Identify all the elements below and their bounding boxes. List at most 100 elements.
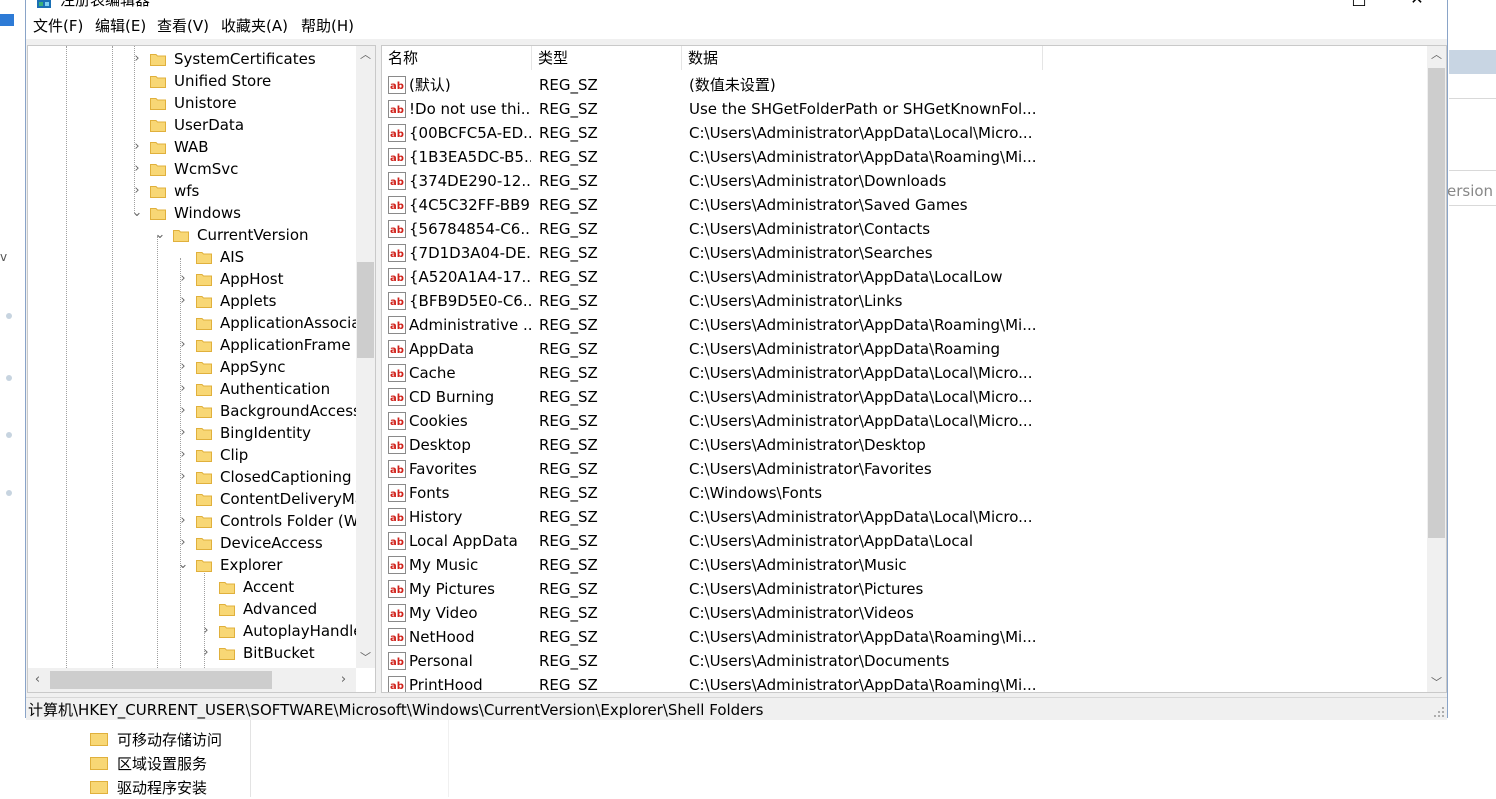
scrollbar-thumb[interactable] [50, 671, 272, 689]
chevron-right-icon[interactable]: › [176, 400, 190, 422]
tree-node[interactable]: Clip [196, 444, 248, 466]
menu-favorites[interactable]: 收藏夹(A) [221, 15, 288, 36]
chevron-right-icon[interactable]: › [130, 136, 144, 158]
column-header-type[interactable]: 类型 [532, 46, 682, 70]
chevron-right-icon[interactable]: › [130, 158, 144, 180]
scrollbar-thumb[interactable] [357, 262, 374, 358]
chevron-right-icon[interactable]: › [176, 290, 190, 312]
tree-vertical-scrollbar[interactable]: ︿ ﹀ [356, 46, 375, 668]
values-vertical-scrollbar[interactable]: ︿ ﹀ [1427, 46, 1446, 692]
chevron-right-icon[interactable]: › [176, 510, 190, 532]
tree-node[interactable]: DeviceAccess [196, 532, 323, 554]
registry-values-list[interactable]: 名称 类型 数据 ab (默认) REG_SZ (数值未设置) ab !Do not us… [381, 45, 1447, 693]
tree-node[interactable]: SystemCertificates [150, 48, 316, 70]
value-row[interactable]: ab PrintHood REG_SZ C:\Users\Administrator\… [382, 673, 1426, 692]
chevron-down-icon[interactable]: ⌄ [130, 202, 144, 224]
value-row[interactable]: ab My Video REG_SZ C:\Users\Administrator\V… [382, 601, 1426, 625]
value-row[interactable]: ab {4C5C32FF-BB9... REG_SZ C:\Users\Adminis… [382, 193, 1426, 217]
chevron-right-icon[interactable]: › [130, 48, 144, 70]
tree-node[interactable]: CurrentVersion [173, 224, 309, 246]
background-list-item[interactable]: 可移动存储访问 [90, 727, 222, 751]
chevron-right-icon[interactable]: › [130, 180, 144, 202]
value-row[interactable]: ab {1B3EA5DC-B5... REG_SZ C:\Users\Administ… [382, 145, 1426, 169]
resize-grip-icon[interactable] [1433, 706, 1445, 718]
value-row[interactable]: ab {00BCFC5A-ED... REG_SZ C:\Users\Administ… [382, 121, 1426, 145]
chevron-down-icon[interactable]: ⌄ [176, 554, 190, 576]
scroll-down-arrow-icon[interactable]: ﹀ [356, 649, 375, 666]
chevron-right-icon[interactable]: › [176, 532, 190, 554]
tree-node[interactable]: ContentDeliveryMa [196, 488, 364, 510]
tree-horizontal-scrollbar[interactable]: ‹ › [28, 668, 356, 692]
value-row[interactable]: ab Fonts REG_SZ C:\Windows\Fonts [382, 481, 1426, 505]
tree-node[interactable]: Unified Store [150, 70, 271, 92]
value-row[interactable]: ab (默认) REG_SZ (数值未设置) [382, 73, 1426, 97]
chevron-right-icon[interactable]: › [176, 378, 190, 400]
maximize-button[interactable]: □ [1336, 0, 1382, 11]
value-row[interactable]: ab Local AppData REG_SZ C:\Users\Administra… [382, 529, 1426, 553]
chevron-right-icon[interactable]: › [176, 466, 190, 488]
tree-node[interactable]: Windows [150, 202, 241, 224]
scrollbar-thumb[interactable] [1428, 68, 1445, 538]
scroll-left-arrow-icon[interactable]: ‹ [28, 668, 47, 692]
tree-node[interactable]: AIS [196, 246, 244, 268]
scroll-right-arrow-icon[interactable]: › [334, 668, 353, 692]
column-header-name[interactable]: 名称 [382, 46, 532, 70]
chevron-right-icon[interactable]: › [176, 422, 190, 444]
tree-node[interactable]: BackgroundAccess [196, 400, 361, 422]
scroll-up-arrow-icon[interactable]: ︿ [1427, 46, 1446, 63]
tree-node[interactable]: Explorer [196, 554, 282, 576]
tree-node[interactable]: BitBucket [219, 642, 315, 664]
tree-node[interactable]: ClosedCaptioning [196, 466, 352, 488]
chevron-down-icon[interactable]: ⌄ [153, 224, 167, 246]
tree-node[interactable]: WAB [150, 136, 209, 158]
value-row[interactable]: ab {BFB9D5E0-C6... REG_SZ C:\Users\Administ… [382, 289, 1426, 313]
tree-node[interactable]: AppHost [196, 268, 283, 290]
tree-node[interactable]: ApplicationFrame [196, 334, 351, 356]
tree-node[interactable]: UserData [150, 114, 244, 136]
value-row[interactable]: ab Cookies REG_SZ C:\Users\Administrator\Ap… [382, 409, 1426, 433]
value-row[interactable]: ab Cache REG_SZ C:\Users\Administrator\AppD… [382, 361, 1426, 385]
scroll-down-arrow-icon[interactable]: ﹀ [1427, 674, 1446, 691]
tree-node[interactable]: WcmSvc [150, 158, 238, 180]
value-row[interactable]: ab Administrative ... REG_SZ C:\Users\Admin… [382, 313, 1426, 337]
value-row[interactable]: ab My Pictures REG_SZ C:\Users\Administrato… [382, 577, 1426, 601]
background-list-item[interactable]: 驱动程序安装 [90, 775, 207, 799]
chevron-right-icon[interactable]: › [176, 268, 190, 290]
title-bar[interactable]: 注册表编辑器 □ ✕ [26, 0, 1447, 11]
scroll-up-arrow-icon[interactable]: ︿ [356, 46, 375, 63]
value-row[interactable]: ab {56784854-C6... REG_SZ C:\Users\Administ… [382, 217, 1426, 241]
tree-node[interactable]: Unistore [150, 92, 237, 114]
close-button[interactable]: ✕ [1394, 0, 1440, 11]
tree-node[interactable]: Applets [196, 290, 276, 312]
tree-node[interactable]: wfs [150, 180, 199, 202]
value-row[interactable]: ab {374DE290-12... REG_SZ C:\Users\Administ… [382, 169, 1426, 193]
tree-node[interactable]: Advanced [219, 598, 317, 620]
tree-node[interactable]: Controls Folder (W [196, 510, 359, 532]
value-row[interactable]: ab {7D1D3A04-DE... REG_SZ C:\Users\Administ… [382, 241, 1426, 265]
menu-help[interactable]: 帮助(H) [301, 15, 354, 36]
menu-file[interactable]: 文件(F) [33, 15, 83, 36]
registry-key-tree[interactable]: › SystemCertificates Unified Store Unistore… [27, 45, 376, 693]
tree-node[interactable]: Accent [219, 576, 294, 598]
value-row[interactable]: ab Desktop REG_SZ C:\Users\Administrator\De… [382, 433, 1426, 457]
value-row[interactable]: ab My Music REG_SZ C:\Users\Administrator\M… [382, 553, 1426, 577]
tree-node[interactable]: AutoplayHandle [219, 620, 362, 642]
chevron-right-icon[interactable]: › [199, 642, 213, 664]
chevron-right-icon[interactable]: › [176, 444, 190, 466]
menu-edit[interactable]: 编辑(E) [95, 15, 146, 36]
column-header-data[interactable]: 数据 [682, 46, 1043, 70]
tree-node[interactable]: ApplicationAssocia [196, 312, 361, 334]
value-row[interactable]: ab Personal REG_SZ C:\Users\Administrator\D… [382, 649, 1426, 673]
chevron-right-icon[interactable]: › [199, 620, 213, 642]
chevron-right-icon[interactable]: › [176, 356, 190, 378]
value-row[interactable]: ab Favorites REG_SZ C:\Users\Administrator\… [382, 457, 1426, 481]
background-list-item[interactable]: 区域设置服务 [90, 751, 207, 775]
menu-view[interactable]: 查看(V) [157, 15, 209, 36]
value-row[interactable]: ab NetHood REG_SZ C:\Users\Administrator\Ap… [382, 625, 1426, 649]
tree-node[interactable]: Authentication [196, 378, 330, 400]
value-row[interactable]: ab AppData REG_SZ C:\Users\Administrator\Ap… [382, 337, 1426, 361]
tree-node[interactable]: AppSync [196, 356, 285, 378]
chevron-right-icon[interactable]: › [176, 334, 190, 356]
value-row[interactable]: ab CD Burning REG_SZ C:\Users\Administrator… [382, 385, 1426, 409]
tree-node[interactable]: BingIdentity [196, 422, 311, 444]
